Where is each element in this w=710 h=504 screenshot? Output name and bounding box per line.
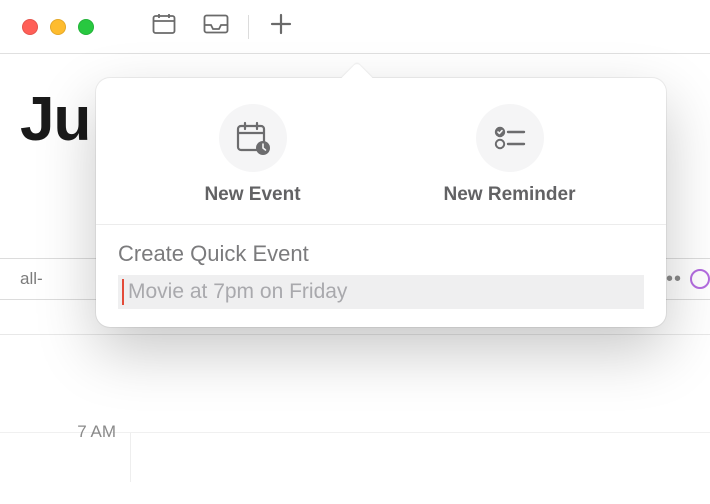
tray-icon bbox=[203, 14, 229, 39]
reminder-list-icon bbox=[476, 104, 544, 172]
month-heading: Ju bbox=[20, 84, 90, 155]
toolbar-separator bbox=[248, 15, 249, 39]
hour-row-7am: 7 AM bbox=[0, 432, 710, 482]
window-controls bbox=[22, 19, 94, 35]
all-day-label: all- bbox=[0, 269, 43, 289]
new-event-button[interactable]: New Event bbox=[124, 104, 381, 206]
hour-label: 7 AM bbox=[0, 422, 130, 471]
new-event-popover: New Event New Reminder Create Quick Even… bbox=[96, 78, 666, 327]
plus-icon bbox=[270, 13, 292, 40]
new-reminder-label: New Reminder bbox=[444, 184, 576, 206]
toolbar bbox=[138, 9, 307, 45]
calendar-add-icon bbox=[219, 104, 287, 172]
quick-event-input[interactable]: Movie at 7pm on Friday bbox=[118, 275, 644, 309]
calendars-toolbar-button[interactable] bbox=[138, 9, 190, 45]
titlebar bbox=[0, 0, 710, 54]
close-window-button[interactable] bbox=[22, 19, 38, 35]
text-cursor bbox=[122, 279, 124, 305]
hour-divider bbox=[130, 433, 131, 482]
add-toolbar-button[interactable] bbox=[255, 9, 307, 45]
quick-event-section: Create Quick Event Movie at 7pm on Frida… bbox=[96, 225, 666, 309]
event-circle-icon[interactable] bbox=[690, 269, 710, 289]
calendar-icon bbox=[152, 13, 176, 40]
quick-event-title: Create Quick Event bbox=[118, 241, 644, 267]
zoom-window-button[interactable] bbox=[78, 19, 94, 35]
minimize-window-button[interactable] bbox=[50, 19, 66, 35]
quick-event-placeholder: Movie at 7pm on Friday bbox=[118, 280, 347, 304]
new-reminder-button[interactable]: New Reminder bbox=[381, 104, 638, 206]
new-event-label: New Event bbox=[204, 184, 300, 206]
grid-line bbox=[0, 334, 710, 335]
inbox-toolbar-button[interactable] bbox=[190, 9, 242, 45]
